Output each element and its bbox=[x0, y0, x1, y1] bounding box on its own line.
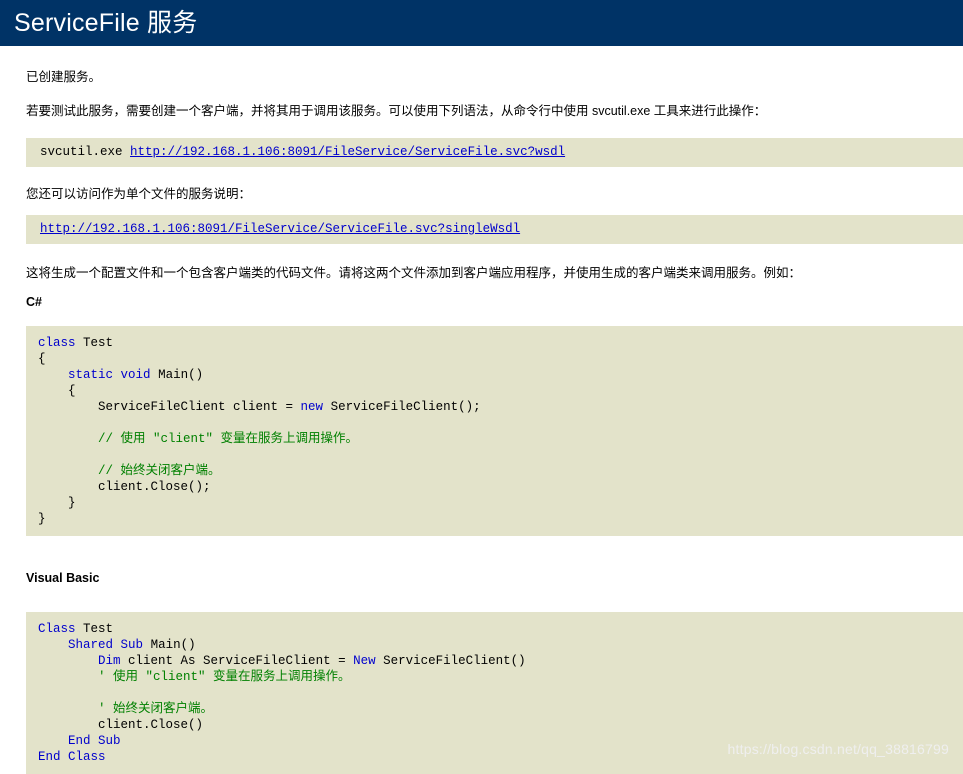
code-text: Test bbox=[75, 622, 114, 636]
code-text: { bbox=[38, 352, 46, 366]
singlewsdl-url-link[interactable]: http://192.168.1.106:8091/FileService/Se… bbox=[40, 222, 520, 236]
code-line: ' 始终关闭客户端。 bbox=[38, 701, 963, 717]
code-line: Dim client As ServiceFileClient = New Se… bbox=[38, 653, 963, 669]
code-text: client.Close() bbox=[38, 718, 204, 732]
page-content: 已创建服务。 若要测试此服务，需要创建一个客户端，并将其用于调用该服务。可以使用… bbox=[0, 46, 963, 774]
code-text: ServiceFileClient client = bbox=[38, 400, 301, 414]
code-line: client.Close() bbox=[38, 717, 963, 733]
code-text: } bbox=[38, 496, 76, 510]
watermark: https://blog.csdn.net/qq_38816799 bbox=[727, 741, 949, 757]
csharp-heading: C# bbox=[26, 295, 42, 309]
single-file-notice: 您还可以访问作为单个文件的服务说明： bbox=[26, 187, 252, 201]
wsdl-url-link[interactable]: http://192.168.1.106:8091/FileService/Se… bbox=[130, 145, 565, 159]
code-line: ' 使用 "client" 变量在服务上调用操作。 bbox=[38, 669, 963, 685]
code-line: { bbox=[38, 351, 963, 367]
code-line: { bbox=[38, 383, 963, 399]
code-keyword: New bbox=[353, 654, 376, 668]
csharp-code-block: class Test{ static void Main() { Service… bbox=[26, 326, 963, 536]
code-keyword: new bbox=[300, 400, 324, 414]
code-keyword: Class bbox=[68, 750, 106, 764]
code-text: Test bbox=[75, 336, 114, 350]
code-line: ServiceFileClient client = new ServiceFi… bbox=[38, 399, 963, 415]
code-line: } bbox=[38, 511, 963, 527]
code-line: // 始终关闭客户端。 bbox=[38, 463, 963, 479]
code-line: // 使用 "client" 变量在服务上调用操作。 bbox=[38, 431, 963, 447]
code-keyword: End bbox=[68, 734, 91, 748]
code-line: class Test bbox=[38, 335, 963, 351]
svcutil-command-bar: svcutil.exe http://192.168.1.106:8091/Fi… bbox=[26, 138, 963, 167]
code-comment: // 使用 "client" 变量在服务上调用操作。 bbox=[38, 432, 359, 446]
code-text: client.Close(); bbox=[38, 480, 211, 494]
visualbasic-heading: Visual Basic bbox=[26, 571, 100, 585]
code-comment: // 始终关闭客户端。 bbox=[38, 464, 221, 478]
code-line: static void Main() bbox=[38, 367, 963, 383]
code-text: { bbox=[38, 384, 76, 398]
code-keyword: Sub bbox=[98, 734, 121, 748]
svcutil-command-text: svcutil.exe bbox=[40, 145, 131, 159]
page-header: ServiceFile 服务 bbox=[0, 0, 963, 46]
code-text: client As ServiceFileClient = bbox=[120, 654, 354, 668]
code-line: Shared Sub Main() bbox=[38, 637, 963, 653]
test-instructions-text: 若要测试此服务，需要创建一个客户端，并将其用于调用该服务。可以使用下列语法，从命… bbox=[26, 104, 767, 118]
code-line: client.Close(); bbox=[38, 479, 963, 495]
code-keyword: Shared bbox=[68, 638, 114, 652]
code-text: Main() bbox=[143, 638, 196, 652]
code-keyword: Dim bbox=[98, 654, 121, 668]
code-keyword: class bbox=[38, 336, 76, 350]
code-keyword: void bbox=[120, 368, 151, 382]
code-text: ServiceFileClient() bbox=[375, 654, 526, 668]
code-line: } bbox=[38, 495, 963, 511]
code-text: ServiceFileClient(); bbox=[323, 400, 481, 414]
code-keyword: static bbox=[68, 368, 114, 382]
code-keyword: Sub bbox=[120, 638, 144, 652]
service-created-notice: 已创建服务。 bbox=[26, 70, 102, 84]
code-keyword: End bbox=[38, 750, 61, 764]
code-text: } bbox=[38, 512, 46, 526]
generation-notice: 这将生成一个配置文件和一个包含客户端类的代码文件。请将这两个文件添加到客户端应用… bbox=[26, 266, 802, 280]
code-text: Main() bbox=[150, 368, 204, 382]
singlewsdl-url-bar: http://192.168.1.106:8091/FileService/Se… bbox=[26, 215, 963, 244]
code-comment: ' 使用 "client" 变量在服务上调用操作。 bbox=[38, 670, 351, 684]
page-title: ServiceFile 服务 bbox=[14, 8, 198, 37]
code-comment: ' 始终关闭客户端。 bbox=[38, 702, 214, 716]
code-keyword: Class bbox=[38, 622, 76, 636]
code-line: Class Test bbox=[38, 621, 963, 637]
